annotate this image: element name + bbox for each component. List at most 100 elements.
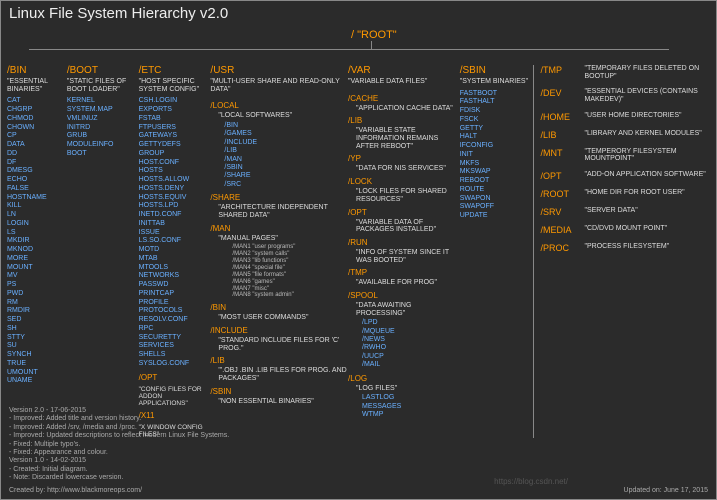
var-sub-head: /CACHE (348, 94, 460, 103)
list-item: /RWHO (362, 344, 460, 352)
list-item: LASTLOG (362, 394, 460, 402)
col-head-usr: /USR (210, 65, 348, 76)
right-desc: "USER HOME DIRECTORIES" (584, 112, 710, 122)
list-item: HOSTS (139, 167, 211, 176)
list-item: SYSTEM.MAP (67, 106, 139, 115)
list-item: RM (7, 299, 67, 308)
usr-sub-head: /SHARE (210, 193, 348, 202)
right-desc: "TEMPERORY FILESYSTEM MOUNTPOINT" (584, 148, 710, 163)
usr-sub-head: /LIB (210, 356, 348, 365)
right-row: /LIB"LIBRARY AND KERNEL MODULES" (540, 130, 710, 140)
right-row: /ROOT"HOME DIR FOR ROOT USER" (540, 189, 710, 199)
footer-line: - Improved: Updated descriptions to refl… (9, 432, 708, 440)
list-item: GATEWAYS (139, 132, 211, 141)
list-item: /MAN1 "user programs" (232, 244, 348, 251)
right-head: /TMP (540, 65, 584, 80)
list-item: RESOLV.CONF (139, 316, 211, 325)
list-item: CHOWN (7, 124, 67, 133)
right-head: /SRV (540, 207, 584, 217)
right-rows: /TMP"TEMPORARY FILES DELETED ON BOOTUP"/… (540, 65, 710, 261)
list-item: STTY (7, 334, 67, 343)
var-sub-desc: "LOCK FILES FOR SHARED RESOURCES" (356, 188, 460, 203)
list-item: INETD.CONF (139, 211, 211, 220)
bin-items: CATCHGRPCHMODCHOWNCPDATADDDFDMESGECHOFAL… (7, 97, 67, 386)
list-item: DMESG (7, 167, 67, 176)
list-item: FALSE (7, 185, 67, 194)
list-item: SWAPOFF (460, 203, 534, 212)
right-desc: "HOME DIR FOR ROOT USER" (584, 189, 710, 199)
col-head-boot: /BOOT (67, 65, 139, 76)
list-item: MTOOLS (139, 264, 211, 273)
list-item: HOSTS.ALLOW (139, 176, 211, 185)
list-item: ECHO (7, 176, 67, 185)
list-item: NETWORKS (139, 272, 211, 281)
list-item: /MAN6 "games" (232, 279, 348, 286)
col-desc-boot: "STATIC FILES OF BOOT LOADER" (67, 78, 139, 93)
list-item: INIT (460, 151, 534, 160)
footer-line: - Fixed: Multiple typo's. (9, 441, 708, 449)
list-item: PROFILE (139, 299, 211, 308)
list-item: LS (7, 229, 67, 238)
list-item: /LPD (362, 319, 460, 327)
list-item: MKSWAP (460, 168, 534, 177)
var-sub-head: /LIB (348, 116, 460, 125)
col-etc: /ETC "HOST SPECIFIC SYSTEM CONFIG" CSH.L… (139, 65, 211, 438)
list-item: /MAN7 "misc" (232, 286, 348, 293)
list-item: /MAN (224, 156, 348, 164)
list-item: IFCONFIG (460, 142, 534, 151)
list-item: PWD (7, 290, 67, 299)
col-boot: /BOOT "STATIC FILES OF BOOT LOADER" KERN… (67, 65, 139, 438)
etc-opt-head: /OPT (139, 373, 211, 382)
list-item: /GAMES (224, 130, 348, 138)
list-item: GROUP (139, 150, 211, 159)
var-subs: /CACHE"APPLICATION CACHE DATA"/LIB"VARIA… (348, 90, 460, 420)
list-item: ISSUE (139, 229, 211, 238)
footer-line: Version 1.0 - 14-02-2015 (9, 457, 708, 465)
right-head: /MEDIA (540, 225, 584, 235)
list-item: /MAN8 "system admin" (232, 292, 348, 299)
list-item: SECURETTY (139, 334, 211, 343)
list-item: KILL (7, 202, 67, 211)
footer-updated: Updated on: June 17, 2015 (624, 487, 708, 495)
footer-line: - Improved: Added title and version hist… (9, 415, 708, 423)
list-item: DF (7, 159, 67, 168)
list-item: DATA (7, 141, 67, 150)
boot-items: KERNELSYSTEM.MAPVMLINUZINITRDGRUBMODULEI… (67, 97, 139, 158)
var-sub-head: /LOG (348, 374, 460, 383)
list-item: CP (7, 132, 67, 141)
var-sub-desc: "DATA AWAITING PROCESSING" (356, 302, 460, 317)
usr-sub-desc: "STANDARD INCLUDE FILES FOR 'C' PROG." (218, 337, 348, 352)
col-head-bin: /BIN (7, 65, 67, 76)
right-row: /TMP"TEMPORARY FILES DELETED ON BOOTUP" (540, 65, 710, 80)
list-item: SH (7, 325, 67, 334)
usr-sub-desc: "ARCHITECTURE INDEPENDENT SHARED DATA" (218, 204, 348, 219)
col-head-etc: /ETC (139, 65, 211, 76)
list-item: UPDATE (460, 212, 534, 221)
list-item: SYSLOG.CONF (139, 360, 211, 369)
list-item: HOSTS.DENY (139, 185, 211, 194)
list-item: MKNOD (7, 246, 67, 255)
list-item: KERNEL (67, 97, 139, 106)
col-desc-var: "VARIABLE DATA FILES" (348, 78, 460, 86)
var-sub-head: /RUN (348, 238, 460, 247)
list-item: GRUB (67, 132, 139, 141)
list-item: SHELLS (139, 351, 211, 360)
list-item: PROTOCOLS (139, 307, 211, 316)
var-sub-head: /LOCK (348, 177, 460, 186)
list-item: HALT (460, 133, 534, 142)
list-item: /NEWS (362, 336, 460, 344)
list-item: VMLINUZ (67, 115, 139, 124)
usr-sub-head: /INCLUDE (210, 326, 348, 335)
list-item: /MAIL (362, 361, 460, 369)
list-item: /UUCP (362, 353, 460, 361)
list-item: RPC (139, 325, 211, 334)
footer-line: Version 2.0 - 17-06-2015 (9, 407, 708, 415)
list-item: CHMOD (7, 115, 67, 124)
list-item: LS.SO.CONF (139, 237, 211, 246)
usr-sub-desc: "MANUAL PAGES" (218, 235, 348, 243)
list-item: CSH.LOGIN (139, 97, 211, 106)
right-row: /HOME"USER HOME DIRECTORIES" (540, 112, 710, 122)
col-desc-sbin: "SYSTEM BINARIES" (460, 78, 534, 86)
list-item: FSTAB (139, 115, 211, 124)
list-item: SYNCH (7, 351, 67, 360)
